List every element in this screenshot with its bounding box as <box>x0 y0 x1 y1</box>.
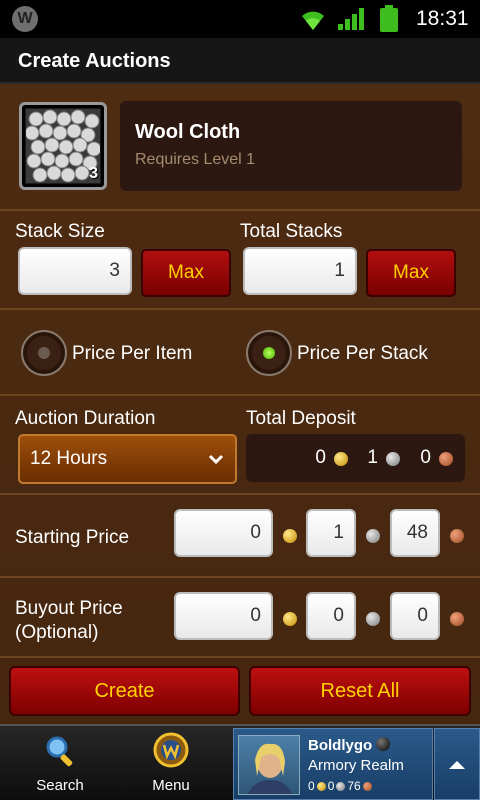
buyout-price-label-line1: Buyout Price <box>15 598 123 619</box>
arrow-up-icon <box>449 761 465 769</box>
tab-search[interactable]: Search <box>5 726 115 800</box>
item-requirement: Requires Level 1 <box>135 151 256 168</box>
battery-icon <box>380 5 398 32</box>
copper-coin-icon <box>362 781 372 791</box>
total-deposit-display: 0 1 0 <box>246 434 465 482</box>
faction-orb-icon <box>376 737 390 751</box>
divider <box>0 656 480 658</box>
divider <box>0 308 480 310</box>
starting-price-label: Starting Price <box>15 527 130 548</box>
signal-icon <box>338 8 364 30</box>
item-name: Wool Cloth <box>135 121 241 143</box>
search-icon <box>46 736 73 767</box>
total-stacks-max-button[interactable]: Max <box>366 249 456 297</box>
character-card[interactable]: Boldlygo Armory Realm 0 0 76 <box>233 728 433 800</box>
divider <box>0 394 480 396</box>
buyout-price-copper-input[interactable]: 0 <box>390 592 440 640</box>
silver-coin-icon <box>386 452 400 466</box>
buyout-price-label-line2: (Optional) <box>15 622 99 643</box>
create-button[interactable]: Create <box>9 666 240 716</box>
item-count: 3 <box>89 165 98 182</box>
avatar <box>238 735 300 795</box>
character-portrait-icon <box>247 743 293 794</box>
silver-coin-icon <box>366 612 380 626</box>
character-name: Boldlygo <box>308 737 373 754</box>
character-gold: 0 <box>308 779 315 793</box>
total-deposit-label: Total Deposit <box>246 408 356 429</box>
deposit-copper: 0 <box>420 447 431 468</box>
starting-price-copper-input[interactable]: 48 <box>390 509 440 557</box>
character-realm: Armory Realm <box>308 757 404 774</box>
total-stacks-input[interactable]: 1 <box>243 247 357 295</box>
page-title: Create Auctions <box>18 50 171 72</box>
auction-form: 3 Wool Cloth Requires Level 1 Stack Size… <box>0 84 480 724</box>
silver-coin-icon <box>366 529 380 543</box>
stack-size-label: Stack Size <box>15 221 105 242</box>
price-per-item-radio[interactable] <box>21 330 67 376</box>
auction-duration-label: Auction Duration <box>15 408 156 429</box>
item-details: Wool Cloth Requires Level 1 <box>120 101 462 191</box>
wow-menu-icon <box>153 732 189 768</box>
clock: 18:31 <box>416 7 469 30</box>
auction-duration-value: 12 Hours <box>30 448 108 469</box>
copper-coin-icon <box>439 452 453 466</box>
buyout-price-label: Buyout Price (Optional) <box>15 597 123 645</box>
deposit-gold: 0 <box>315 447 326 468</box>
gold-coin-icon <box>283 529 297 543</box>
tab-menu[interactable]: Menu <box>116 726 226 800</box>
total-stacks-label: Total Stacks <box>240 221 343 242</box>
expand-button[interactable] <box>434 728 480 800</box>
starting-price-gold-input[interactable]: 0 <box>174 509 273 557</box>
app-notification-icon: W <box>12 6 38 32</box>
price-per-stack-radio[interactable] <box>246 330 292 376</box>
buyout-price-silver-input[interactable]: 0 <box>306 592 356 640</box>
bottom-nav: Search Menu Boldlygo Armory Realm 0 0 76 <box>0 724 480 800</box>
buyout-price-gold-input[interactable]: 0 <box>174 592 273 640</box>
copper-coin-icon <box>450 612 464 626</box>
gold-coin-icon <box>316 781 326 791</box>
stack-size-max-button[interactable]: Max <box>141 249 231 297</box>
chevron-down-icon <box>208 454 224 465</box>
divider <box>0 576 480 578</box>
gold-coin-icon <box>283 612 297 626</box>
auction-duration-select[interactable]: 12 Hours <box>18 434 237 484</box>
character-money: 0 0 76 <box>308 779 372 793</box>
character-copper: 76 <box>347 779 361 793</box>
price-per-item-label[interactable]: Price Per Item <box>72 343 192 365</box>
divider <box>0 493 480 495</box>
gold-coin-icon <box>334 452 348 466</box>
tab-menu-label: Menu <box>152 777 190 794</box>
item-icon[interactable]: 3 <box>19 102 107 190</box>
title-bar: Create Auctions <box>0 38 480 84</box>
stack-size-input[interactable]: 3 <box>18 247 132 295</box>
status-bar: W 18:31 <box>0 0 480 38</box>
deposit-silver: 1 <box>367 447 378 468</box>
starting-price-silver-input[interactable]: 1 <box>306 509 356 557</box>
price-per-stack-label[interactable]: Price Per Stack <box>297 343 428 365</box>
copper-coin-icon <box>450 529 464 543</box>
silver-coin-icon <box>336 781 346 791</box>
character-silver: 0 <box>327 779 335 793</box>
wifi-icon <box>302 11 324 30</box>
tab-search-label: Search <box>36 777 84 794</box>
reset-all-button[interactable]: Reset All <box>249 666 471 716</box>
divider <box>0 209 480 211</box>
